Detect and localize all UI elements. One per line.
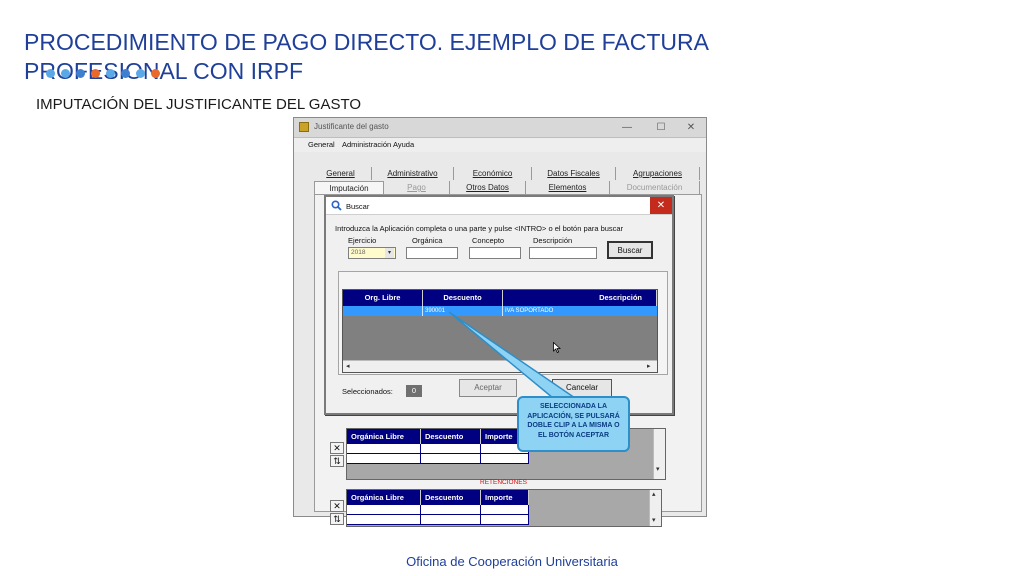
callout-text: SELECCIONADA LA APLICACIÓN, SE PULSARÁ D…	[527, 403, 620, 439]
callout-pointer	[448, 311, 578, 399]
slide-footer: Oficina de Cooperación Universitaria	[406, 554, 618, 569]
instruction-callout: SELECCIONADA LA APLICACIÓN, SE PULSARÁ D…	[517, 396, 630, 452]
